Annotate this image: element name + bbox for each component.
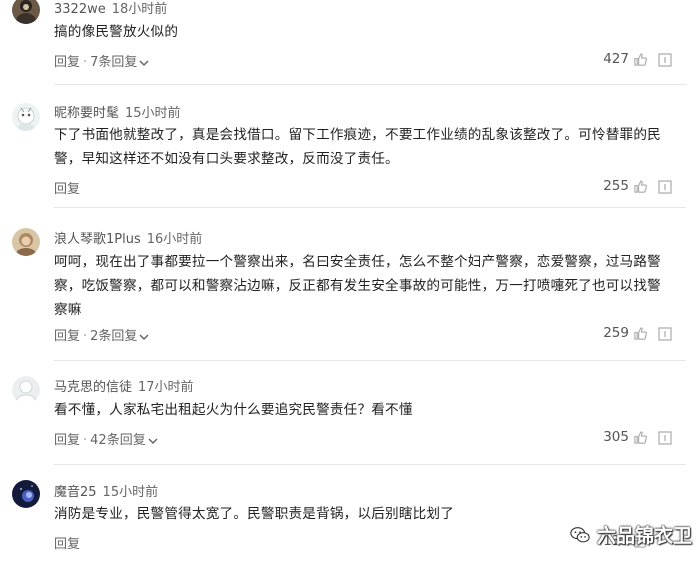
more-options-icon[interactable]: [658, 327, 672, 341]
comment-text: 看不懂，人家私宅出租起火为什么要追究民警责任？看不懂: [54, 402, 413, 418]
comment-time: 15小时前: [125, 106, 181, 121]
comment-item: 3322we 18小时前 搞的像民警放火似的 回复 · 7条回复 427: [0, 0, 700, 84]
user-avatar[interactable]: [12, 103, 40, 131]
like-count: 255: [603, 178, 629, 194]
replies-count: 42条回复: [90, 433, 146, 448]
wechat-icon: [570, 526, 590, 542]
like-count: 259: [603, 325, 629, 341]
thumbs-up-icon: [634, 326, 648, 340]
username[interactable]: 浪人琴歌1Plus: [54, 232, 141, 247]
comment-text: 搞的像民警放火似的: [54, 24, 179, 40]
like-button[interactable]: 305: [603, 429, 648, 445]
comment-item: 魔音25 15小时前 消防是专业，民警管得太宽了。民警职责是背锅，以后别瞎比划了 …: [0, 474, 700, 562]
username[interactable]: 3322we: [54, 2, 106, 17]
like-button[interactable]: 255: [603, 178, 648, 194]
user-avatar[interactable]: [12, 0, 40, 24]
reply-button[interactable]: 回复: [54, 433, 80, 448]
comment-time: 16小时前: [146, 232, 203, 247]
like-count: 427: [603, 51, 629, 67]
reply-button[interactable]: 回复: [54, 55, 80, 70]
divider: [54, 360, 686, 361]
chevron-down-icon: [148, 437, 158, 444]
divider: [54, 207, 686, 208]
chevron-down-icon: [139, 333, 149, 340]
replies-count: 7条回复: [90, 55, 138, 70]
username[interactable]: 昵称要时髦: [54, 106, 119, 121]
like-button[interactable]: 427: [603, 51, 648, 67]
comment-text: 下了书面他就整改了，真是会找借口。留下工作痕迹，不要工作业绩的乱象该整改了。可怜…: [54, 127, 661, 167]
comment-time: 18小时前: [111, 2, 168, 17]
username[interactable]: 魔音25: [54, 485, 97, 500]
more-options-icon[interactable]: [658, 431, 672, 445]
reply-button[interactable]: 回复: [54, 329, 80, 344]
replies-count: 2条回复: [90, 329, 138, 344]
user-avatar[interactable]: [12, 480, 40, 508]
comment-time: 15小时前: [102, 485, 159, 500]
comment-item: 浪人琴歌1Plus 16小时前 呵呵，现在出了事都要拉一个警察出来，名曰安全责任，…: [0, 218, 700, 360]
more-options-icon[interactable]: [658, 180, 672, 194]
separator-dot: ·: [83, 329, 88, 344]
replies-toggle[interactable]: 2条回复: [90, 329, 149, 344]
more-options-icon[interactable]: [658, 53, 672, 67]
replies-toggle[interactable]: 42条回复: [90, 433, 158, 448]
thumbs-up-icon: [634, 52, 648, 66]
reply-button[interactable]: 回复: [54, 182, 80, 197]
user-avatar[interactable]: [12, 228, 40, 256]
chevron-down-icon: [139, 59, 149, 66]
comment-item: 昵称要时髦 15小时前 下了书面他就整改了，真是会找借口。留下工作痕迹，不要工作业…: [0, 95, 700, 207]
like-button[interactable]: 259: [603, 325, 648, 341]
watermark: 六品锦衣卫: [569, 521, 692, 548]
user-avatar[interactable]: [12, 376, 40, 404]
separator-dot: ·: [83, 55, 88, 70]
watermark-text: 六品锦衣卫: [596, 525, 692, 547]
separator-dot: ·: [83, 433, 88, 448]
like-count: 305: [603, 429, 629, 445]
divider: [54, 464, 686, 465]
thumbs-up-icon: [634, 430, 648, 444]
comment-text: 呵呵，现在出了事都要拉一个警察出来，名曰安全责任，怎么不整个妇产警察，恋爱警察，…: [54, 254, 661, 318]
reply-button[interactable]: 回复: [54, 537, 80, 552]
divider: [54, 84, 686, 85]
replies-toggle[interactable]: 7条回复: [90, 55, 149, 70]
comment-time: 17小时前: [138, 380, 194, 395]
comment-item: 马克思的信徒 17小时前 看不懂，人家私宅出租起火为什么要追究民警责任？看不懂 回…: [0, 370, 700, 464]
username[interactable]: 马克思的信徒: [54, 380, 132, 395]
thumbs-up-icon: [634, 179, 648, 193]
